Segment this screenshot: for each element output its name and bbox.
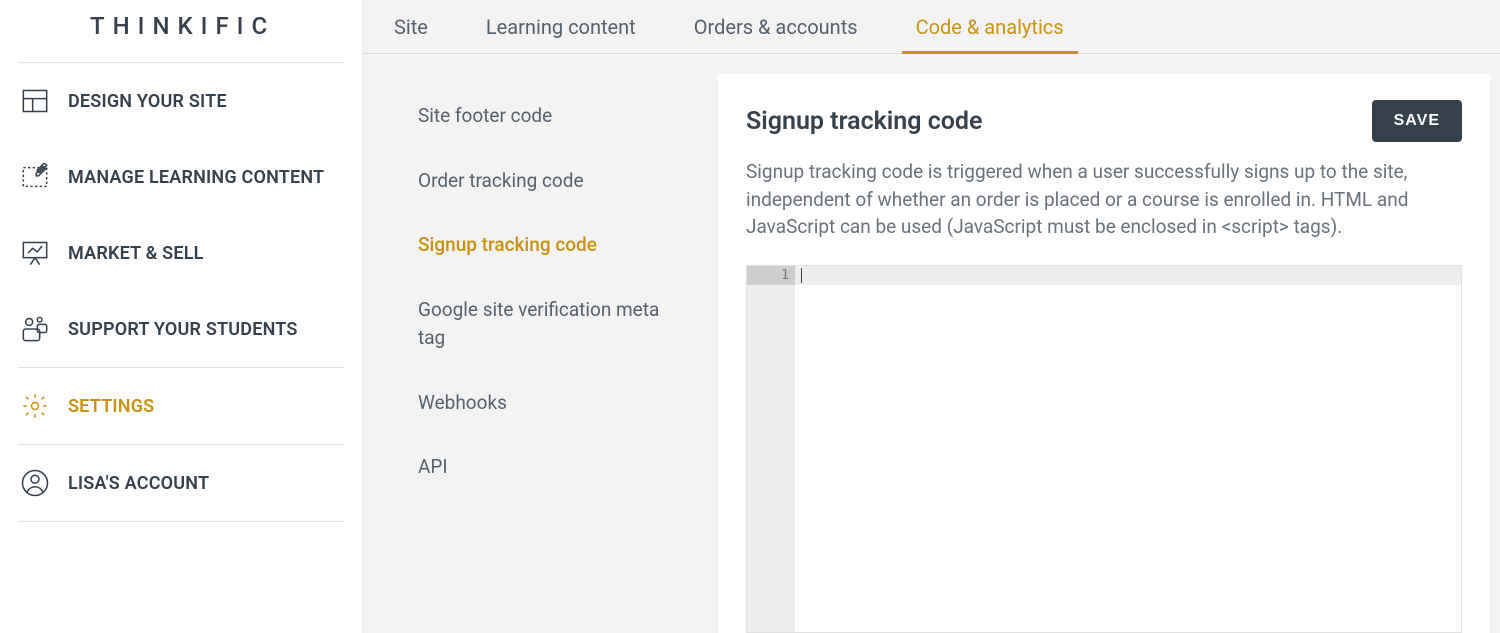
subnav-label: Order tracking code (418, 169, 584, 192)
panel-title: Signup tracking code (746, 107, 982, 136)
tab-label: Orders & accounts (694, 15, 858, 39)
sub-nav: Site footer code Order tracking code Sig… (362, 54, 718, 633)
subnav-google-verification[interactable]: Google site verification meta tag (418, 278, 662, 371)
sidebar-item-label: LISA'S ACCOUNT (68, 473, 209, 494)
content-row: Site footer code Order tracking code Sig… (362, 54, 1500, 633)
sidebar-item-market[interactable]: MARKET & SELL (18, 215, 344, 291)
students-icon (20, 314, 50, 344)
sidebar-item-learning[interactable]: MANAGE LEARNING CONTENT (18, 139, 344, 215)
tab-label: Site (394, 15, 428, 39)
presentation-icon (20, 238, 50, 268)
code-editor[interactable]: 1 (746, 265, 1462, 633)
sidebar-item-settings[interactable]: SETTINGS (18, 368, 344, 444)
divider (18, 521, 344, 522)
settings-tabs: Site Learning content Orders & accounts … (362, 0, 1500, 54)
subnav-label: Webhooks (418, 391, 507, 414)
active-line (795, 266, 1461, 285)
logo: THINKIFIC (18, 0, 344, 62)
sidebar-item-support[interactable]: SUPPORT YOUR STUDENTS (18, 291, 344, 367)
panel-header: Signup tracking code SAVE (746, 100, 1462, 142)
subnav-site-footer-code[interactable]: Site footer code (418, 84, 662, 149)
subnav-label: Site footer code (418, 104, 552, 127)
sidebar-item-account[interactable]: LISA'S ACCOUNT (18, 445, 344, 521)
panel-signup-tracking: Signup tracking code SAVE Signup trackin… (718, 74, 1490, 633)
tab-label: Code & analytics (916, 15, 1064, 39)
subnav-api[interactable]: API (418, 435, 662, 500)
main-sidebar: THINKIFIC DESIGN YOUR SITE MANAGE LEARNI… (0, 0, 362, 633)
sidebar-item-design[interactable]: DESIGN YOUR SITE (18, 63, 344, 139)
subnav-label: Signup tracking code (418, 233, 597, 256)
tab-orders-accounts[interactable]: Orders & accounts (694, 0, 858, 53)
subnav-webhooks[interactable]: Webhooks (418, 371, 662, 436)
sidebar-item-label: SUPPORT YOUR STUDENTS (68, 319, 298, 340)
editor-gutter: 1 (747, 266, 795, 632)
tab-learning-content[interactable]: Learning content (486, 0, 636, 53)
subnav-signup-tracking-code[interactable]: Signup tracking code (418, 213, 662, 278)
save-button[interactable]: SAVE (1372, 100, 1462, 142)
layout-icon (20, 86, 50, 116)
sidebar-item-label: DESIGN YOUR SITE (68, 91, 227, 112)
tab-site[interactable]: Site (394, 0, 428, 53)
main-content: Site Learning content Orders & accounts … (362, 0, 1500, 633)
panel-description: Signup tracking code is triggered when a… (746, 158, 1426, 241)
subnav-label: Google site verification meta tag (418, 298, 659, 350)
sidebar-item-label: MANAGE LEARNING CONTENT (68, 167, 324, 188)
subnav-label: API (418, 455, 448, 478)
line-number: 1 (747, 266, 795, 285)
tab-code-analytics[interactable]: Code & analytics (916, 0, 1064, 53)
edit-icon (20, 162, 50, 192)
tab-label: Learning content (486, 15, 636, 39)
cursor (801, 268, 802, 283)
sidebar-item-label: SETTINGS (68, 396, 154, 417)
user-icon (20, 468, 50, 498)
editor-body[interactable] (795, 266, 1461, 632)
gear-icon (20, 391, 50, 421)
sidebar-item-label: MARKET & SELL (68, 243, 204, 264)
subnav-order-tracking-code[interactable]: Order tracking code (418, 149, 662, 214)
